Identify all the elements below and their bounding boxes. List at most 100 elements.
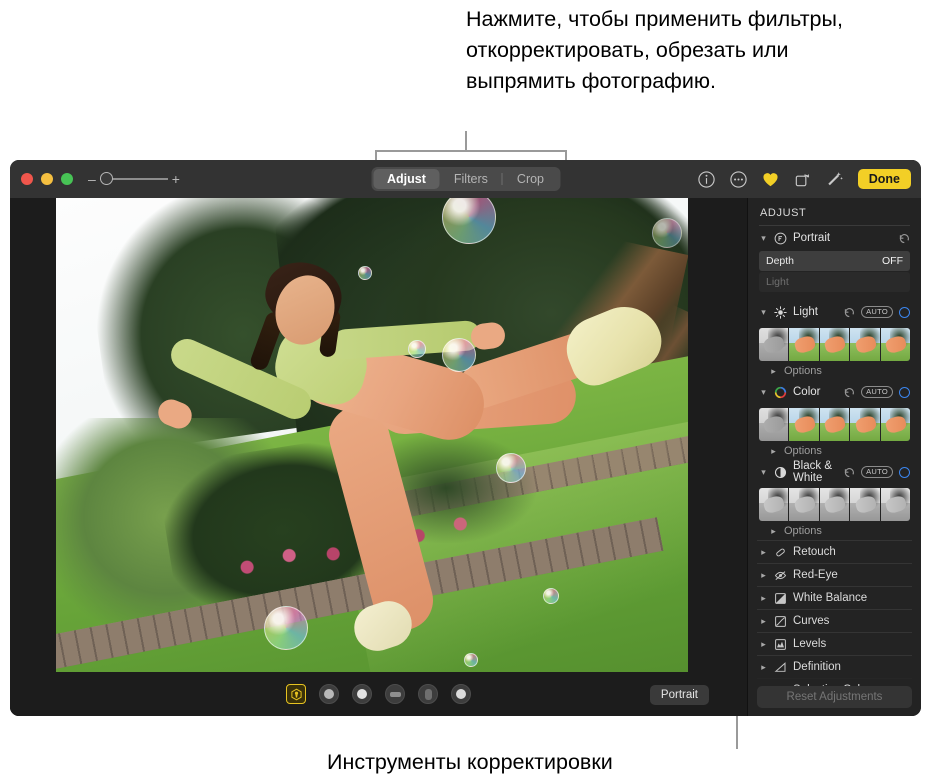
portrait-lighting-selector (286, 684, 471, 704)
variation-thumbnail[interactable] (819, 488, 850, 521)
chevron-down-icon[interactable]: ▾ (759, 467, 768, 478)
tab-adjust[interactable]: Adjust (372, 169, 440, 189)
variation-thumbnail[interactable] (759, 328, 789, 361)
sidebar-item-label: Red-Eye (793, 569, 838, 581)
auto-enhance-icon[interactable] (825, 170, 844, 189)
auto-button[interactable]: AUTO (861, 466, 893, 478)
light-variation-strip[interactable] (759, 328, 910, 361)
bw-variation-strip[interactable] (759, 488, 910, 521)
options-label: Options (784, 365, 822, 377)
section-toggle[interactable] (899, 306, 910, 318)
chevron-right-icon[interactable]: ▸ (759, 639, 768, 650)
lighting-effect-contour-light[interactable] (352, 684, 372, 704)
slider-depth[interactable]: Depth OFF (759, 251, 910, 271)
chevron-right-icon[interactable]: ▸ (759, 593, 768, 604)
zoom-out-label[interactable]: – (88, 172, 96, 186)
sidebar-item-label: Retouch (793, 546, 836, 558)
variation-thumbnail[interactable] (789, 328, 819, 361)
zoom-slider[interactable]: – + (88, 172, 180, 186)
section-portrait[interactable]: ▾ Portrait (757, 226, 912, 250)
section-label: Light (793, 306, 818, 318)
reset-icon[interactable] (844, 307, 855, 318)
photo-hand-left (154, 395, 196, 433)
lighting-effect-stage-light[interactable] (385, 684, 405, 704)
chevron-right-icon[interactable]: ▸ (759, 570, 768, 581)
chevron-right-icon[interactable]: ▸ (769, 366, 778, 377)
rotate-icon[interactable] (793, 170, 812, 189)
done-button[interactable]: Done (857, 169, 911, 189)
minimize-window-button[interactable] (41, 173, 53, 185)
variation-thumbnail[interactable] (880, 488, 910, 521)
chevron-right-icon[interactable]: ▸ (759, 616, 768, 627)
auto-button[interactable]: AUTO (861, 386, 893, 398)
reset-adjustments-button[interactable]: Reset Adjustments (757, 686, 912, 708)
variation-thumbnail[interactable] (789, 488, 819, 521)
auto-button[interactable]: AUTO (861, 306, 893, 318)
sidebar-item-label: Curves (793, 615, 830, 627)
section-toggle[interactable] (899, 466, 910, 478)
photo-canvas: Portrait (10, 198, 747, 716)
sun-icon (774, 305, 787, 319)
window-body: Portrait ADJUST ▾ Portrait Depth OFF Lig… (10, 198, 921, 716)
callout-top-text: Нажмите, чтобы применить фильтры, откорр… (466, 7, 843, 93)
variation-thumbnail[interactable] (880, 328, 910, 361)
lighting-effect-high-key-mono[interactable] (451, 684, 471, 704)
variation-thumbnail[interactable] (759, 408, 789, 441)
tab-filters[interactable]: Filters (440, 169, 502, 189)
chevron-right-icon[interactable]: ▸ (769, 526, 778, 537)
chevron-down-icon[interactable]: ▾ (759, 307, 768, 318)
color-wheel-icon (774, 386, 787, 398)
edited-photo[interactable] (56, 198, 688, 672)
lighting-effect-stage-light-mono[interactable] (418, 684, 438, 704)
callout-top-leader-bar (375, 150, 567, 152)
slider-label: Light (766, 276, 789, 288)
chevron-down-icon[interactable]: ▾ (759, 233, 768, 244)
lighting-effect-natural-light[interactable] (286, 684, 306, 704)
callout-bottom-text: Инструменты корректировки (327, 750, 613, 774)
zoom-slider-knob[interactable] (99, 172, 113, 185)
section-color[interactable]: ▾ Color AUTO (757, 380, 912, 404)
variation-thumbnail[interactable] (819, 408, 850, 441)
variation-thumbnail[interactable] (789, 408, 819, 441)
sidebar-item-levels[interactable]: ▸ Levels (757, 632, 912, 655)
photo-subject-girl (126, 253, 670, 663)
variation-thumbnail[interactable] (850, 488, 880, 521)
slider-portrait-light[interactable]: Light (759, 272, 910, 292)
favorite-heart-icon[interactable] (761, 170, 780, 189)
portrait-badge[interactable]: Portrait (649, 685, 709, 705)
variation-thumbnail[interactable] (819, 328, 850, 361)
curves-icon (775, 615, 786, 627)
sidebar-item-red-eye[interactable]: ▸ Red-Eye (757, 563, 912, 586)
more-options-icon[interactable] (729, 170, 748, 189)
photo-bubble (442, 338, 476, 372)
color-options-row[interactable]: ▸ Options (757, 441, 912, 460)
lighting-effect-studio-light[interactable] (319, 684, 339, 704)
tab-crop[interactable]: Crop (503, 169, 558, 189)
info-icon[interactable] (697, 170, 716, 189)
maximize-window-button[interactable] (61, 173, 73, 185)
section-black-and-white[interactable]: ▾ Black & White AUTO (757, 460, 912, 484)
bw-options-row[interactable]: ▸ Options (757, 521, 912, 540)
section-toggle[interactable] (899, 386, 910, 398)
zoom-slider-track[interactable] (99, 172, 168, 185)
portrait-f-icon (774, 232, 787, 244)
zoom-in-label[interactable]: + (172, 172, 180, 186)
sidebar-item-retouch[interactable]: ▸ Retouch (757, 540, 912, 563)
sidebar-item-white-balance[interactable]: ▸ White Balance (757, 586, 912, 609)
chevron-right-icon[interactable]: ▸ (769, 446, 778, 457)
chevron-right-icon[interactable]: ▸ (759, 547, 768, 558)
chevron-down-icon[interactable]: ▾ (759, 387, 768, 398)
close-window-button[interactable] (21, 173, 33, 185)
reset-icon[interactable] (844, 387, 855, 398)
variation-thumbnail[interactable] (850, 328, 880, 361)
color-variation-strip[interactable] (759, 408, 910, 441)
section-light[interactable]: ▾ Light AUTO (757, 300, 912, 324)
variation-thumbnail[interactable] (759, 488, 789, 521)
variation-thumbnail[interactable] (850, 408, 880, 441)
reset-icon[interactable] (899, 233, 910, 244)
section-label: Black & White (793, 460, 832, 484)
light-options-row[interactable]: ▸ Options (757, 361, 912, 380)
sidebar-item-curves[interactable]: ▸ Curves (757, 609, 912, 632)
reset-icon[interactable] (844, 467, 855, 478)
variation-thumbnail[interactable] (880, 408, 910, 441)
